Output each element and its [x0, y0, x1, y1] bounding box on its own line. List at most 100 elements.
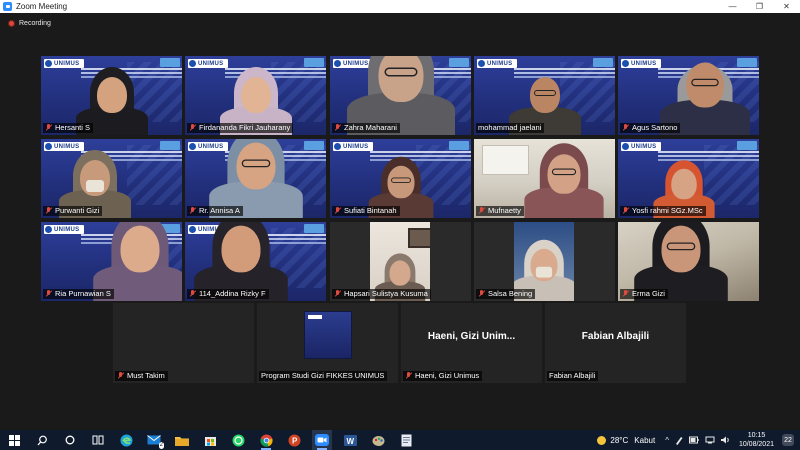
unimus-logo: UNIMUS	[621, 142, 661, 151]
unimus-logo: UNIMUS	[44, 59, 84, 68]
notifications-button[interactable]: 22	[782, 434, 794, 446]
participant-name-label: Must Takim	[115, 371, 168, 381]
mic-muted-icon	[478, 290, 485, 298]
tray-icons: ^	[665, 436, 731, 445]
recording-label: Recording	[19, 20, 51, 27]
volume-icon[interactable]	[720, 436, 731, 444]
powerpoint-icon: P	[288, 434, 300, 446]
participant-avatar-name: Haeni, Gizi Unim...	[427, 331, 516, 342]
participant-name-label: Mufnaetty	[476, 206, 524, 216]
video-tile-annisa-active-speaker[interactable]: UNIMUS Rr. Annisa A	[185, 139, 326, 218]
chrome-icon	[259, 434, 273, 447]
video-grid: UNIMUS Hersanti S UNIMUS Firdananda Fikr…	[0, 0, 800, 430]
close-button[interactable]: ✕	[773, 0, 800, 13]
participant-name-label: Agus Sartono	[620, 123, 681, 133]
minimize-button[interactable]: —	[719, 0, 746, 13]
start-button[interactable]	[4, 430, 24, 450]
task-view-button[interactable]	[88, 430, 108, 450]
taskbar-mail[interactable]: 2	[144, 430, 164, 450]
video-tile-program-studi[interactable]: Program Studi Gizi FIKKES UNIMUS	[257, 303, 398, 383]
weather-temp: 28°C	[610, 435, 629, 445]
mic-muted-icon	[334, 207, 341, 215]
system-tray: 28°C Kabut ^ 10:15 10/08/2021 22	[597, 430, 800, 450]
windows-logo-icon	[8, 434, 20, 446]
cortana-button[interactable]	[60, 430, 80, 450]
video-tile-firdananda[interactable]: UNIMUS Firdananda Fikri Jauharany	[185, 56, 326, 135]
windows-taskbar: 2 P W 28°C Kabut ^ 10:15 10/08/2021 22	[0, 430, 800, 450]
video-tile-ria[interactable]: UNIMUS Ria Purnawian S	[41, 222, 182, 301]
participant-name-label: Yosfi rahmi SGz.MSc	[620, 206, 706, 216]
unimus-logo: UNIMUS	[621, 59, 661, 68]
unimus-logo: UNIMUS	[477, 59, 517, 68]
svg-text:W: W	[346, 437, 354, 446]
folder-icon	[175, 436, 189, 446]
video-tile-yosfi[interactable]: UNIMUS Yosfi rahmi SGz.MSc	[618, 139, 759, 218]
participant-name-label: Purwanti Gizi	[43, 206, 103, 216]
video-tile-agus[interactable]: UNIMUS Agus Sartono	[618, 56, 759, 135]
recording-dot-icon	[8, 20, 15, 27]
mic-muted-icon	[405, 372, 412, 380]
taskbar-zoom[interactable]	[312, 430, 332, 450]
video-tile-jaelani[interactable]: UNIMUS mohammad jaelani	[474, 56, 615, 135]
participant-name-label: Hapsari Sulistya Kusuma	[332, 289, 431, 299]
window-title: Zoom Meeting	[16, 2, 68, 11]
taskbar-file-explorer[interactable]	[172, 430, 192, 450]
mic-muted-icon	[478, 207, 485, 215]
participant-name-label: Sufiati Bintanah	[332, 206, 400, 216]
taskbar-store[interactable]	[200, 430, 220, 450]
participant-name-label: Zahra Maharani	[332, 123, 400, 133]
mic-muted-icon	[622, 124, 629, 132]
video-tile-sufiati[interactable]: UNIMUS Sufiati Bintanah	[330, 139, 471, 218]
participant-video	[524, 143, 604, 218]
taskbar-chrome[interactable]	[256, 430, 276, 450]
video-tile-fabian[interactable]: Fabian Albajili Fabian Albajili	[545, 303, 686, 383]
zoom-camera-icon	[315, 434, 329, 446]
taskbar-word[interactable]: W	[340, 430, 360, 450]
participant-name-label: Hersanti S	[43, 123, 94, 133]
video-tile-purwanti[interactable]: UNIMUS Purwanti Gizi	[41, 139, 182, 218]
taskbar-powerpoint[interactable]: P	[284, 430, 304, 450]
network-icon[interactable]	[705, 436, 715, 444]
participant-name-label: 114_Addina Rizky F	[187, 289, 269, 299]
participant-name-label: Program Studi Gizi FIKKES UNIMUS	[259, 371, 388, 381]
pen-icon[interactable]	[675, 436, 683, 445]
video-tile-salsa[interactable]: Salsa Bening	[474, 222, 615, 301]
video-tile-hapsari[interactable]: Hapsari Sulistya Kusuma	[330, 222, 471, 301]
taskbar-whatsapp[interactable]	[228, 430, 248, 450]
paint-palette-icon	[372, 435, 384, 446]
mic-muted-icon	[117, 372, 124, 380]
mic-muted-icon	[45, 207, 52, 215]
video-tile-erma[interactable]: Erma Gizi	[618, 222, 759, 301]
whatsapp-icon	[232, 434, 244, 446]
taskbar-files[interactable]	[396, 430, 416, 450]
mic-muted-icon	[45, 124, 52, 132]
video-tile-haeni[interactable]: Haeni, Gizi Unim... Haeni, Gizi Unimus	[401, 303, 542, 383]
mic-muted-icon	[622, 290, 629, 298]
mail-unread-badge: 2	[158, 442, 164, 449]
svg-text:P: P	[292, 436, 298, 445]
search-button[interactable]	[32, 430, 52, 450]
video-tile-mufnaetty[interactable]: Mufnaetty	[474, 139, 615, 218]
participant-name-label: Fabian Albajili	[547, 371, 599, 381]
clock-date: 10/08/2021	[738, 441, 774, 448]
video-tile-hersanti[interactable]: UNIMUS Hersanti S	[41, 56, 182, 135]
participant-name-label: mohammad jaelani	[476, 123, 545, 133]
video-tile-zahra[interactable]: UNIMUS Zahra Maharani	[330, 56, 471, 135]
video-tile-must-takim[interactable]: Must Takim	[113, 303, 254, 383]
weather-widget[interactable]: 28°C Kabut	[597, 435, 655, 445]
show-hidden-icons-chevron-up-icon[interactable]: ^	[665, 436, 669, 445]
video-tile-addina[interactable]: UNIMUS 114_Addina Rizky F	[185, 222, 326, 301]
participant-name-label: Erma Gizi	[620, 289, 668, 299]
maximize-button[interactable]: ❐	[746, 0, 773, 13]
recording-indicator[interactable]: Recording	[8, 20, 51, 27]
taskbar-clock[interactable]: 10:15 10/08/2021	[739, 431, 774, 449]
battery-icon[interactable]	[688, 436, 699, 444]
participant-name-label: Firdananda Fikri Jauharany	[187, 123, 294, 133]
mic-muted-icon	[189, 207, 196, 215]
mic-muted-icon	[334, 290, 341, 298]
participant-name-label: Ria Purnawian S	[43, 289, 114, 299]
taskbar-edge[interactable]	[116, 430, 136, 450]
taskbar-paint[interactable]	[368, 430, 388, 450]
cortana-circle-icon	[65, 435, 75, 445]
profile-picture	[304, 311, 352, 359]
